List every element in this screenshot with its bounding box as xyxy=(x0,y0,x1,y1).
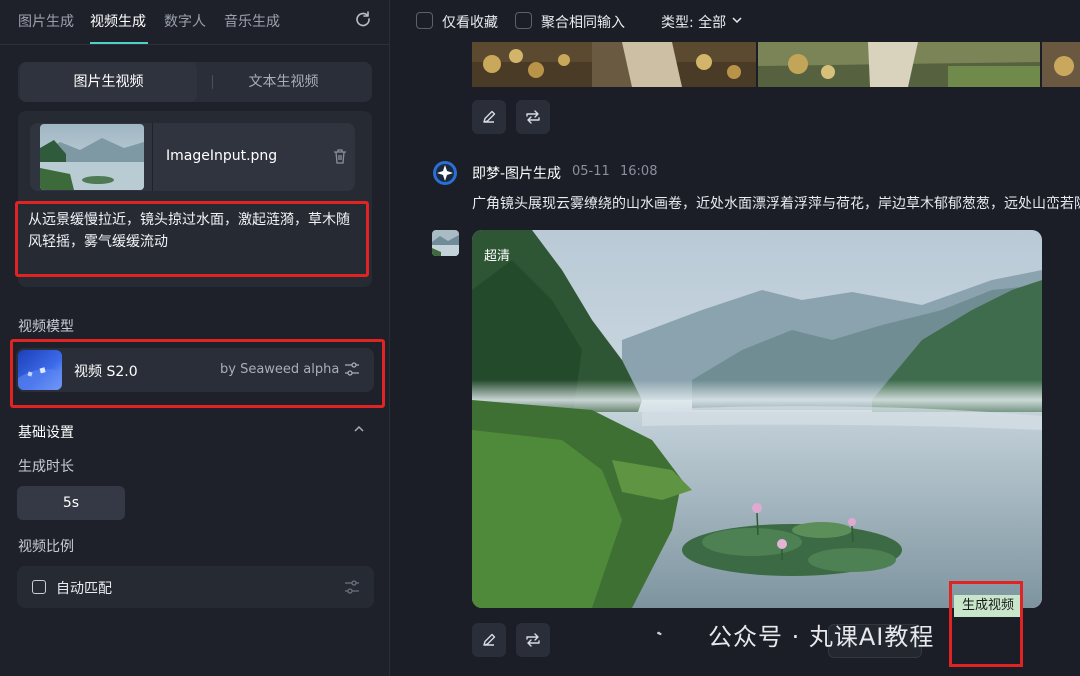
tab-bar: 图片生成 视频生成 数字人 音乐生成 xyxy=(0,0,390,45)
uploaded-filename: ImageInput.png xyxy=(166,148,278,164)
aspect-ratio-icon xyxy=(32,580,46,594)
favorites-only-checkbox[interactable] xyxy=(416,12,433,29)
refresh-icon[interactable] xyxy=(354,10,372,28)
dreamina-logo-icon xyxy=(433,161,457,185)
merge-same-input-label[interactable]: 聚合相同输入 xyxy=(541,12,625,32)
ratio-value: 自动匹配 xyxy=(56,581,112,597)
regenerate-button[interactable] xyxy=(516,623,550,657)
result-thumbnail[interactable] xyxy=(472,42,756,87)
ratio-settings-icon[interactable] xyxy=(344,579,360,595)
reference-image-avatar[interactable] xyxy=(432,230,459,256)
tab-music-generation[interactable]: 音乐生成 xyxy=(224,11,280,31)
chevron-up-icon[interactable] xyxy=(352,424,366,434)
delete-icon[interactable] xyxy=(333,149,347,164)
right-panel: 仅看收藏 聚合相同输入 类型: 全部 即梦-图片生成 05-11 16:08 广… xyxy=(398,0,1080,676)
result-thumbnail[interactable] xyxy=(758,42,1040,87)
generate-video-highlight-box xyxy=(949,581,1023,667)
prompt-textarea[interactable]: 从远景缓慢拉近，镜头掠过水面，激起涟漪，草木随风轻摇，雾气缓缓流动 xyxy=(28,209,358,253)
uploaded-image-thumbnail xyxy=(40,124,144,190)
previous-result-strip[interactable] xyxy=(472,42,1080,87)
segment-image-to-video[interactable]: 图片生视频 xyxy=(20,62,197,102)
hd-badge: 超清 xyxy=(484,249,511,264)
tab-digital-human[interactable]: 数字人 xyxy=(164,11,206,31)
edit-button[interactable] xyxy=(472,100,506,134)
thumbnail-divider xyxy=(152,123,153,191)
filter-bar: 仅看收藏 聚合相同输入 类型: 全部 xyxy=(398,0,1080,42)
chevron-down-icon[interactable] xyxy=(732,16,742,24)
favorites-only-label[interactable]: 仅看收藏 xyxy=(442,12,498,32)
generation-time: 16:08 xyxy=(620,164,658,179)
generation-date: 05-11 xyxy=(572,164,610,179)
duration-label: 生成时长 xyxy=(18,459,74,475)
repeat-icon xyxy=(526,633,540,647)
pencil-icon xyxy=(483,633,496,646)
uploaded-image-row[interactable]: ImageInput.png xyxy=(30,123,355,191)
type-filter-dropdown[interactable]: 类型: 全部 xyxy=(661,12,726,32)
generation-prompt: 广角镜头展现云雾缭绕的山水画卷，近处水面漂浮着浮萍与荷花，岸边草木郁郁葱葱，远处… xyxy=(472,196,1080,212)
tab-image-generation[interactable]: 图片生成 xyxy=(18,11,74,31)
pencil-icon xyxy=(483,110,496,123)
basic-settings-label: 基础设置 xyxy=(18,425,74,441)
generated-image[interactable] xyxy=(472,230,1042,608)
regenerate-button[interactable] xyxy=(516,100,550,134)
wechat-icon xyxy=(657,631,662,636)
model-highlight-box xyxy=(10,339,385,408)
ratio-label: 视频比例 xyxy=(18,539,74,555)
ratio-selector[interactable]: 自动匹配 xyxy=(17,566,374,608)
watermark-text: 公众号 · 丸课AI教程 xyxy=(708,623,935,651)
edit-button[interactable] xyxy=(472,623,506,657)
segment-text-to-video[interactable]: 文本生视频 xyxy=(195,62,372,102)
tab-video-generation[interactable]: 视频生成 xyxy=(90,11,146,31)
result-thumbnail[interactable] xyxy=(1042,42,1080,87)
generation-title: 即梦-图片生成 xyxy=(472,166,562,182)
duration-option-5s[interactable]: 5s xyxy=(17,486,125,520)
merge-same-input-checkbox[interactable] xyxy=(515,12,532,29)
model-section-label: 视频模型 xyxy=(18,319,74,335)
repeat-icon xyxy=(526,110,540,124)
mode-segmented-control: 图片生视频 文本生视频 xyxy=(18,62,372,102)
active-tab-indicator xyxy=(90,42,148,44)
left-panel: 图片生成 视频生成 数字人 音乐生成 图片生视频 文本生视频 ImageInpu… xyxy=(0,0,390,676)
